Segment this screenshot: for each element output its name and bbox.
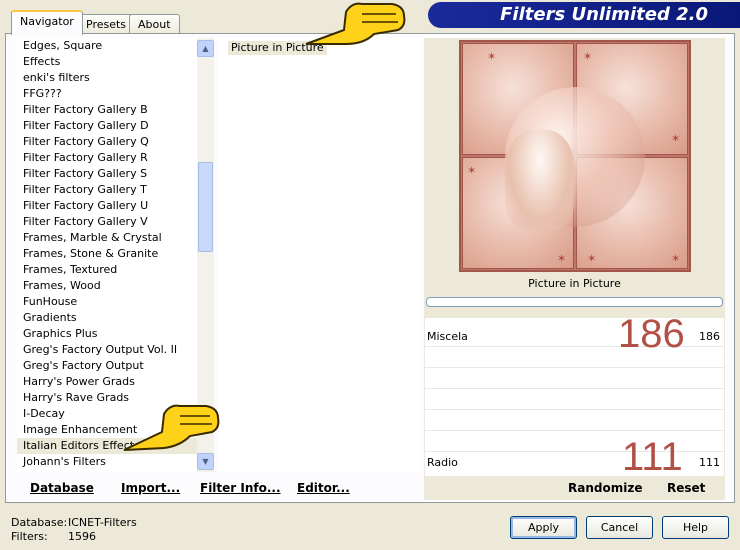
category-item[interactable]: Frames, Marble & Crystal <box>17 230 197 246</box>
category-item[interactable]: Effects <box>17 54 197 70</box>
database-button[interactable]: Database <box>30 481 94 495</box>
preview-figure <box>505 130 575 230</box>
param-row-empty <box>425 410 724 431</box>
category-item[interactable]: Frames, Textured <box>17 262 197 278</box>
category-item[interactable]: Filter Factory Gallery R <box>17 150 197 166</box>
randomize-button[interactable]: Randomize <box>568 481 642 495</box>
param-big-value-miscela: 186 <box>618 312 685 356</box>
category-item[interactable]: Filter Factory Gallery V <box>17 214 197 230</box>
help-button[interactable]: Help <box>662 516 729 539</box>
category-item[interactable]: FFG??? <box>17 86 197 102</box>
chevron-up-icon: ▲ <box>202 44 209 53</box>
category-item[interactable]: Edges, Square <box>17 38 197 54</box>
database-value: ICNET-Filters <box>68 516 137 529</box>
filter-list[interactable]: Picture in Picture <box>218 38 420 472</box>
progress-bar <box>426 297 723 307</box>
category-item[interactable]: Filter Factory Gallery Q <box>17 134 197 150</box>
app-title-banner: Filters Unlimited 2.0 <box>428 2 740 28</box>
category-item[interactable]: Frames, Stone & Granite <box>17 246 197 262</box>
category-item[interactable]: Gradients <box>17 310 197 326</box>
category-item[interactable]: Graphics Plus <box>17 326 197 342</box>
param-label: Miscela <box>427 330 468 343</box>
category-item[interactable]: Filter Factory Gallery B <box>17 102 197 118</box>
database-label: Database: <box>11 516 68 529</box>
category-item[interactable]: Filter Factory Gallery U <box>17 198 197 214</box>
reset-button[interactable]: Reset <box>667 481 705 495</box>
filter-info-button[interactable]: Filter Info... <box>200 481 281 495</box>
scroll-thumb[interactable] <box>198 162 213 252</box>
filters-count-label: Filters: <box>11 530 48 543</box>
category-item[interactable]: Greg's Factory Output <box>17 358 197 374</box>
param-value: 111 <box>699 456 720 469</box>
category-item[interactable]: FunHouse <box>17 294 197 310</box>
category-item[interactable]: Johann's Filters <box>17 454 197 470</box>
editor-button[interactable]: Editor... <box>297 481 350 495</box>
category-item[interactable]: enki's filters <box>17 70 197 86</box>
pointing-hand-icon <box>305 2 406 45</box>
param-big-value-radio: 111 <box>622 435 683 479</box>
category-item[interactable]: Frames, Wood <box>17 278 197 294</box>
category-item[interactable]: Harry's Power Grads <box>17 374 197 390</box>
tab-navigator[interactable]: Navigator <box>11 10 83 35</box>
param-label: Radio <box>427 456 458 469</box>
category-item[interactable]: Filter Factory Gallery D <box>17 118 197 134</box>
preview-caption: Picture in Picture <box>528 277 621 290</box>
filters-count-value: 1596 <box>68 530 96 543</box>
param-row-empty <box>425 389 724 410</box>
category-item[interactable]: Filter Factory Gallery S <box>17 166 197 182</box>
category-item[interactable]: Greg's Factory Output Vol. II <box>17 342 197 358</box>
param-value: 186 <box>699 330 720 343</box>
category-item[interactable]: Filter Factory Gallery T <box>17 182 197 198</box>
chevron-down-icon: ▼ <box>202 457 209 466</box>
cancel-button[interactable]: Cancel <box>586 516 653 539</box>
param-row-empty <box>425 368 724 389</box>
pointing-hand-icon <box>123 404 220 451</box>
scroll-up-button[interactable]: ▲ <box>197 40 214 57</box>
apply-button[interactable]: Apply <box>510 516 577 539</box>
import-button[interactable]: Import... <box>121 481 180 495</box>
